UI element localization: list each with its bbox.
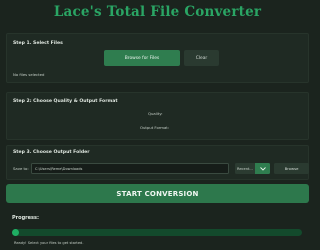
progress-indicator	[12, 229, 19, 236]
step2-panel: Step 2: Choose Quality & Output Format Q…	[6, 92, 309, 140]
step2-title: Step 2: Choose Quality & Output Format	[13, 99, 118, 104]
status-message: Ready! Select your files to get started.	[14, 241, 84, 245]
app-window: Lace's Total File Converter Step 1. Sele…	[0, 0, 315, 250]
step3-title: Step 3. Choose Output Folder	[13, 150, 90, 155]
browse-files-button[interactable]: Browse for Files	[104, 50, 180, 66]
step3-panel: Step 3. Choose Output Folder Save to: C:…	[6, 145, 309, 180]
recent-folder-value: Recent...	[237, 166, 253, 171]
start-conversion-button[interactable]: START CONVERSION	[6, 184, 309, 203]
output-format-label: Output Format:	[140, 125, 170, 130]
step1-panel: Step 1. Select Files Browse for Files Cl…	[6, 33, 309, 83]
recent-folder-select[interactable]: Recent...	[235, 163, 255, 174]
output-path-input[interactable]: C:\Users\Reme\Downloads	[31, 163, 229, 174]
progress-label: Progress:	[12, 215, 39, 221]
output-path-value: C:\Users\Reme\Downloads	[35, 166, 83, 171]
progress-bar	[12, 229, 302, 236]
clear-button[interactable]: Clear	[184, 50, 219, 66]
step1-title: Step 1. Select Files	[13, 41, 63, 46]
save-to-label: Save to:	[13, 166, 29, 171]
quality-label: Quality:	[148, 111, 163, 116]
browse-folder-button[interactable]: Browse	[274, 163, 309, 174]
chevron-down-icon[interactable]	[255, 163, 270, 174]
app-title: Lace's Total File Converter	[53, 4, 262, 20]
files-status: No files selected	[13, 72, 45, 77]
